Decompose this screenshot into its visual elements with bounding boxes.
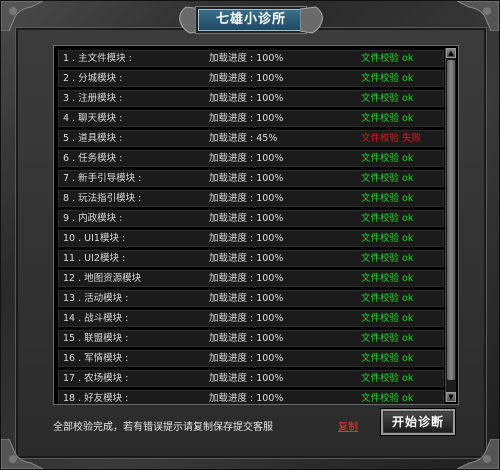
module-name: 13 . 活动模块 : xyxy=(63,293,129,304)
module-row: 12 . 地图资源模块 加载进度 : 100% 文件校验 ok xyxy=(58,270,444,287)
module-row: 1 . 主文件模块 : 加载进度 : 100% 文件校验 ok xyxy=(58,50,444,67)
module-check-status: 文件校验 失败 xyxy=(361,133,422,144)
module-check-status: 文件校验 ok xyxy=(361,253,414,264)
module-name: 16 . 军情模块 : xyxy=(63,353,129,364)
module-progress: 加载进度 : 100% xyxy=(209,173,284,184)
module-check-status: 文件校验 ok xyxy=(361,353,414,364)
module-row: 15 . 联盟模块 : 加载进度 : 100% 文件校验 ok xyxy=(58,330,444,347)
module-check-status: 文件校验 ok xyxy=(361,233,414,244)
module-progress: 加载进度 : 100% xyxy=(209,293,284,304)
module-progress: 加载进度 : 100% xyxy=(209,73,284,84)
module-check-status: 文件校验 ok xyxy=(361,333,414,344)
module-progress: 加载进度 : 100% xyxy=(209,233,284,244)
module-progress: 加载进度 : 45% xyxy=(209,133,278,144)
copy-link[interactable]: 复制 xyxy=(338,418,358,433)
module-name: 6 . 任务模块 : xyxy=(63,153,123,164)
module-name: 5 . 道具模块 : xyxy=(63,133,123,144)
module-name: 2 . 分城模块 : xyxy=(63,73,123,84)
module-row: 13 . 活动模块 : 加载进度 : 100% 文件校验 ok xyxy=(58,290,444,307)
ornament-corner-icon xyxy=(0,438,44,470)
module-check-status: 文件校验 ok xyxy=(361,173,414,184)
module-name: 14 . 战斗模块 : xyxy=(63,313,129,324)
module-name: 10 . UI1模块 : xyxy=(63,233,126,244)
module-row: 6 . 任务模块 : 加载进度 : 100% 文件校验 ok xyxy=(58,150,444,167)
footer-message: 全部校验完成，若有错误提示请复制保存提交客服 xyxy=(53,422,273,433)
module-row: 10 . UI1模块 : 加载进度 : 100% 文件校验 ok xyxy=(58,230,444,247)
title-bar: 七雄小诊所 xyxy=(176,1,326,37)
module-row: 5 . 道具模块 : 加载进度 : 45% 文件校验 失败 xyxy=(58,130,444,147)
module-progress: 加载进度 : 100% xyxy=(209,113,284,124)
module-name: 12 . 地图资源模块 xyxy=(63,273,142,284)
module-row: 7 . 新手引导模块 : 加载进度 : 100% 文件校验 ok xyxy=(58,170,444,187)
module-progress: 加载进度 : 100% xyxy=(209,153,284,164)
scrollbar[interactable]: ▲ ▼ xyxy=(445,48,456,402)
module-progress: 加载进度 : 100% xyxy=(209,353,284,364)
module-progress: 加载进度 : 100% xyxy=(209,313,284,324)
module-progress: 加载进度 : 100% xyxy=(209,333,284,344)
module-row: 17 . 农场模块 : 加载进度 : 100% 文件校验 ok xyxy=(58,370,444,387)
scroll-thumb[interactable] xyxy=(447,60,455,380)
module-name: 17 . 农场模块 : xyxy=(63,373,129,384)
module-row: 14 . 战斗模块 : 加载进度 : 100% 文件校验 ok xyxy=(58,310,444,327)
module-name: 11 . UI2模块 : xyxy=(63,253,126,264)
module-check-status: 文件校验 ok xyxy=(361,113,414,124)
ornament-corner-icon xyxy=(456,438,500,470)
module-progress: 加载进度 : 100% xyxy=(209,213,284,224)
module-check-status: 文件校验 ok xyxy=(361,193,414,204)
module-progress: 加载进度 : 100% xyxy=(209,93,284,104)
module-check-status: 文件校验 ok xyxy=(361,293,414,304)
ornament-corner-icon xyxy=(0,0,44,32)
module-progress: 加载进度 : 100% xyxy=(209,253,284,264)
module-progress: 加载进度 : 100% xyxy=(209,273,284,284)
module-check-list: 1 . 主文件模块 : 加载进度 : 100% 文件校验 ok 2 . 分城模块 : 加… xyxy=(53,45,459,405)
module-name: 18 . 好友模块 : xyxy=(63,393,129,404)
module-row: 4 . 聊天模块 : 加载进度 : 100% 文件校验 ok xyxy=(58,110,444,127)
module-name: 3 . 注册模块 : xyxy=(63,93,123,104)
module-row: 8 . 玩法指引模块 : 加载进度 : 100% 文件校验 ok xyxy=(58,190,444,207)
module-row: 9 . 内政模块 : 加载进度 : 100% 文件校验 ok xyxy=(58,210,444,227)
module-check-status: 文件校验 ok xyxy=(361,313,414,324)
module-check-status: 文件校验 ok xyxy=(361,153,414,164)
module-name: 4 . 聊天模块 : xyxy=(63,113,123,124)
module-progress: 加载进度 : 100% xyxy=(209,193,284,204)
module-name: 1 . 主文件模块 : xyxy=(63,53,132,64)
module-row: 2 . 分城模块 : 加载进度 : 100% 文件校验 ok xyxy=(58,70,444,87)
module-row: 3 . 注册模块 : 加载进度 : 100% 文件校验 ok xyxy=(58,90,444,107)
ornament-corner-icon xyxy=(456,0,500,32)
module-name: 9 . 内政模块 : xyxy=(63,213,123,224)
window-title: 七雄小诊所 xyxy=(198,9,304,31)
module-row: 18 . 好友模块 : 加载进度 : 100% 文件校验 ok xyxy=(58,390,444,404)
module-check-status: 文件校验 ok xyxy=(361,53,414,64)
module-check-status: 文件校验 ok xyxy=(361,273,414,284)
module-check-status: 文件校验 ok xyxy=(361,73,414,84)
title-ornament-icon xyxy=(299,5,326,35)
module-row: 11 . UI2模块 : 加载进度 : 100% 文件校验 ok xyxy=(58,250,444,267)
module-check-status: 文件校验 ok xyxy=(361,93,414,104)
module-name: 8 . 玩法指引模块 : xyxy=(63,193,142,204)
module-check-status: 文件校验 ok xyxy=(361,213,414,224)
module-progress: 加载进度 : 100% xyxy=(209,53,284,64)
scroll-up-icon[interactable]: ▲ xyxy=(446,48,456,58)
module-progress: 加载进度 : 100% xyxy=(209,373,284,384)
module-name: 7 . 新手引导模块 : xyxy=(63,173,142,184)
start-diagnosis-button[interactable]: 开始诊断 xyxy=(381,409,455,435)
module-check-status: 文件校验 ok xyxy=(361,373,414,384)
scroll-down-icon[interactable]: ▼ xyxy=(446,392,456,402)
module-progress: 加载进度 : 100% xyxy=(209,393,284,404)
module-check-status: 文件校验 ok xyxy=(361,393,414,404)
clinic-window: 七雄小诊所 1 . 主文件模块 : 加载进度 : 100% 文件校验 ok 2 . 分… xyxy=(0,0,500,470)
module-row: 16 . 军情模块 : 加载进度 : 100% 文件校验 ok xyxy=(58,350,444,367)
module-name: 15 . 联盟模块 : xyxy=(63,333,129,344)
